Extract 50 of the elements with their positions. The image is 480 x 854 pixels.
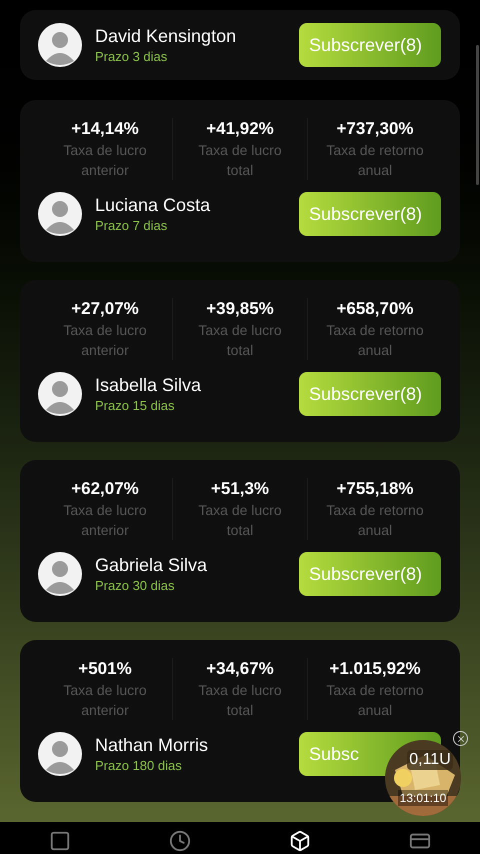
reward-amount: 0,11U [407, 750, 453, 770]
subscribe-button[interactable]: Subscrever(8) [299, 372, 441, 416]
stat-label: Taxa de retorno anual [325, 501, 425, 540]
stat-label: Taxa de lucro anterior [62, 321, 148, 360]
stat-value: +27,07% [71, 298, 139, 320]
term-label: Prazo 30 dias [95, 577, 176, 595]
close-icon [456, 734, 466, 744]
subscribe-button[interactable]: Subscrever(8) [299, 552, 441, 596]
stat-label: Taxa de lucro total [197, 681, 283, 720]
trader-name: David Kensington [95, 25, 238, 48]
stat-value: +39,85% [206, 298, 274, 320]
avatar-icon [38, 192, 82, 236]
trader-name: Nathan Morris [95, 734, 210, 757]
clock-icon[interactable] [169, 830, 191, 852]
stat-value: +755,18% [336, 478, 414, 500]
trader-name: Gabriela Silva [95, 554, 208, 577]
subscribe-button[interactable]: Subscrever(8) [299, 23, 441, 67]
stat-value: +62,07% [71, 478, 139, 500]
stat-label: Taxa de retorno anual [325, 321, 425, 360]
countdown-timer: 13:01:10 [398, 790, 448, 806]
square-icon[interactable] [49, 830, 71, 852]
stat-label: Taxa de retorno anual [325, 141, 425, 180]
close-button[interactable] [453, 731, 468, 746]
stat-value: +501% [78, 658, 132, 680]
trader-name: Luciana Costa [95, 194, 212, 217]
stat-label: Taxa de lucro total [197, 321, 283, 360]
term-label: Prazo 3 dias [95, 48, 168, 66]
stat-label: Taxa de lucro anterior [62, 681, 148, 720]
stat-label: Taxa de retorno anual [325, 681, 425, 720]
avatar-icon [38, 23, 82, 67]
stat-label: Taxa de lucro total [197, 141, 283, 180]
stat-value: +14,14% [71, 118, 139, 140]
stat-value: +34,67% [206, 658, 274, 680]
cube-icon[interactable] [289, 830, 311, 852]
term-label: Prazo 7 dias [95, 217, 168, 235]
trader-name: Isabella Silva [95, 374, 202, 397]
subscribe-button[interactable]: Subscrever(8) [299, 192, 441, 236]
stat-value: +51,3% [210, 478, 270, 500]
stat-value: +1.015,92% [329, 658, 421, 680]
stat-value: +737,30% [336, 118, 414, 140]
stat-value: +41,92% [206, 118, 274, 140]
term-label: Prazo 15 dias [95, 397, 176, 415]
avatar-icon [38, 372, 82, 416]
term-label: Prazo 180 dias [95, 757, 183, 775]
avatar-icon [38, 552, 82, 596]
avatar-icon [38, 732, 82, 776]
stat-label: Taxa de lucro total [197, 501, 283, 540]
stat-value: +658,70% [336, 298, 414, 320]
stat-label: Taxa de lucro anterior [62, 141, 148, 180]
stat-label: Taxa de lucro anterior [62, 501, 148, 540]
